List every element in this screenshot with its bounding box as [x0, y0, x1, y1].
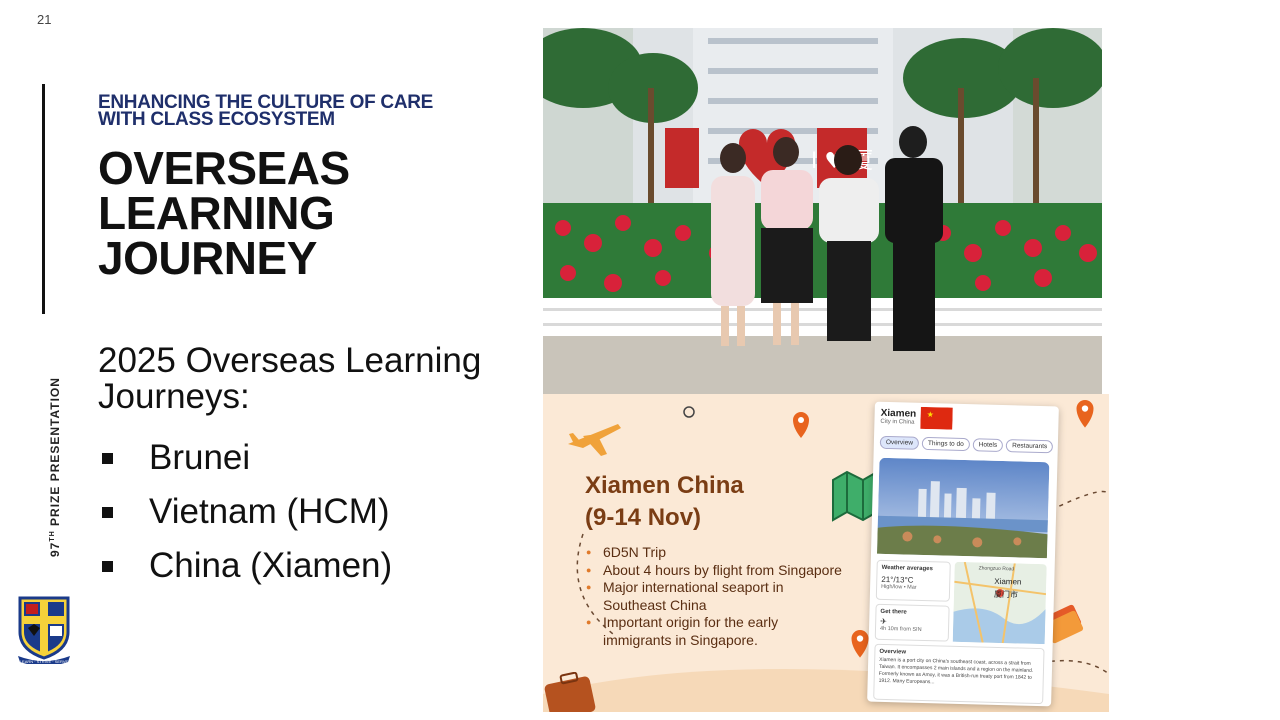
side-label-number: 97: [48, 541, 62, 557]
card-city-sub: City in China: [880, 418, 915, 426]
map-road-label: Zhongzuo Road: [978, 565, 1015, 573]
city-skyline-image: [876, 457, 1050, 559]
title-divider: [42, 84, 45, 314]
journey-item: China (Xiamen): [98, 546, 392, 586]
xiamen-info-card: Xiamen City in China ★ Overview Things to…: [867, 401, 1059, 707]
suitcase-icon: [544, 672, 596, 712]
journey-item: Brunei: [98, 438, 250, 478]
airplane-icon: [568, 424, 621, 456]
location-pin-icon: [793, 412, 809, 438]
slide-subtitle: ENHANCING THE CULTURE OF CARE WITH CLASS…: [98, 92, 434, 130]
poster-title-dates: (9-14 Nov): [585, 504, 702, 531]
side-label-text: PRIZE PRESENTATION: [48, 377, 62, 531]
get-there-box: Get there ✈ 4h 10m from SIN: [874, 603, 950, 642]
overview-box: Overview Xiamen is a port city on China'…: [873, 643, 1045, 705]
weather-label: Weather averages: [881, 564, 933, 573]
journey-label: Brunei: [149, 438, 251, 477]
tab-restaurants: Restaurants: [1005, 439, 1054, 454]
card-tabs: Overview Things to do Hotels Restaurants: [879, 435, 1057, 454]
journey-item: Vietnam (HCM): [98, 492, 390, 532]
get-there-label: Get there: [880, 608, 907, 616]
weather-range: High/low • Mar: [881, 583, 917, 591]
location-pin-icon: [851, 630, 869, 658]
map-label: Xiamen: [994, 576, 1022, 587]
poster-title-city: Xiamen China: [585, 472, 744, 499]
card-city: Xiamen: [880, 407, 917, 420]
crest-motto: LEARN · STRIVE · SERVE: [20, 659, 69, 664]
poster-fact: 6D5N Trip: [585, 544, 847, 562]
poster-fact: Important origin for the early immigrant…: [585, 614, 847, 649]
bullet-icon: [102, 560, 113, 572]
flight-time: 4h 10m from SIN: [879, 625, 922, 633]
overview-text: Xiamen is a port city on China's southea…: [878, 656, 1034, 686]
slide-title: OVERSEAS LEARNING JOURNEY: [98, 142, 350, 284]
side-label-suffix: TH: [49, 530, 56, 542]
poster-title: Xiamen China (9-14 Nov): [585, 470, 744, 534]
card-header: Xiamen City in China: [880, 408, 916, 426]
school-crest-logo: LEARN · STRIVE · SERVE: [18, 596, 70, 664]
tab-overview: Overview: [879, 435, 920, 450]
map-thumbnail: [952, 561, 1047, 645]
tab-things-to-do: Things to do: [921, 436, 970, 452]
xiamen-poster: Xiamen China (9-14 Nov) 6D5N Trip About …: [543, 394, 1109, 712]
page-number: 21: [37, 12, 52, 27]
poster-facts-list: 6D5N Trip About 4 hours by flight from S…: [585, 544, 847, 649]
bullet-icon: [102, 452, 113, 464]
weather-box: Weather averages 21°/13°C High/low • Mar: [875, 559, 951, 602]
journey-label: China (Xiamen): [149, 546, 393, 585]
journey-label: Vietnam (HCM): [149, 492, 390, 531]
poster-fact: About 4 hours by flight from Singapore: [585, 562, 847, 580]
location-pin-icon: [1076, 400, 1094, 428]
china-flag-icon: ★: [920, 406, 953, 430]
svg-text:★: ★: [927, 410, 934, 419]
map-label-cn: 厦门市: [993, 589, 1019, 600]
tab-hotels: Hotels: [972, 438, 1004, 453]
side-label: 97TH PRIZE PRESENTATION: [48, 357, 62, 557]
bullet-icon: [102, 506, 113, 518]
poster-fact: Major international seaport in Southeast…: [585, 579, 847, 614]
journeys-heading: 2025 Overseas Learning Journeys:: [98, 341, 482, 416]
group-photo: I ♥ 厦: [543, 28, 1102, 394]
